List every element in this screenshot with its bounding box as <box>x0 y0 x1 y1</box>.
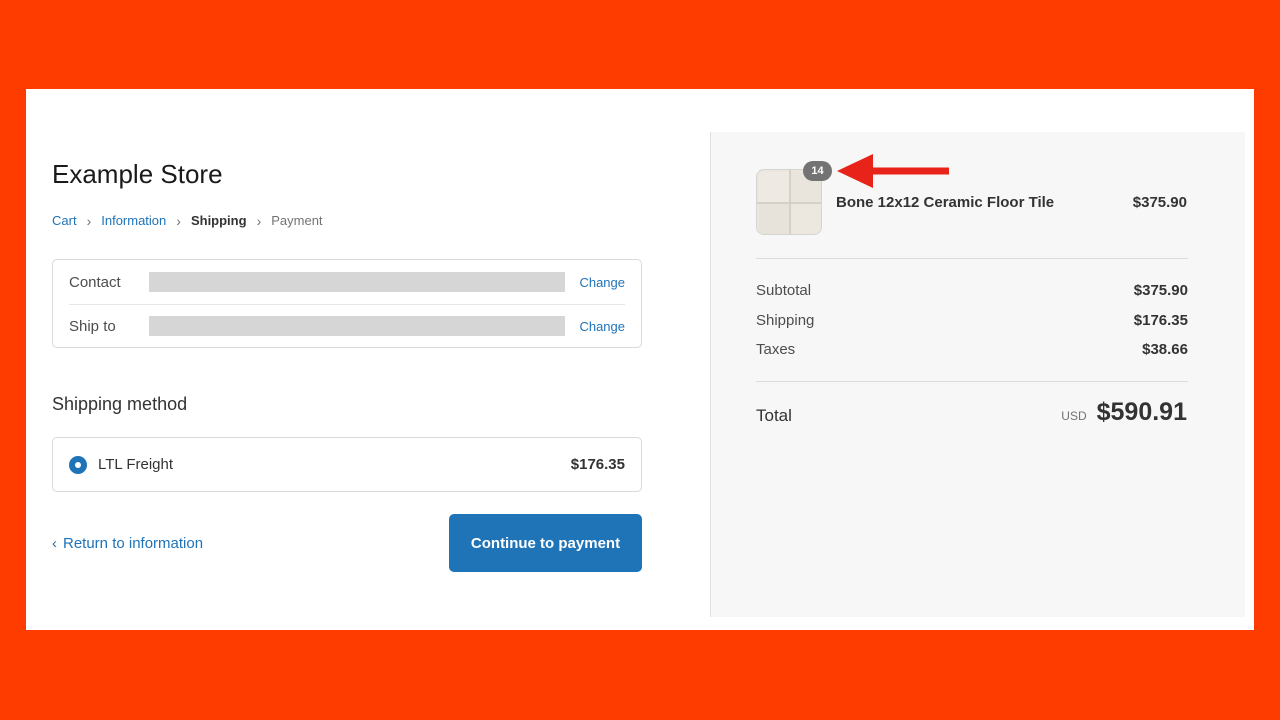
breadcrumb-cart[interactable]: Cart <box>52 213 77 228</box>
continue-to-payment-button[interactable]: Continue to payment <box>449 514 642 572</box>
return-to-information-link[interactable]: ‹ Return to information <box>52 535 203 552</box>
shipping-option-ltl-freight[interactable]: LTL Freight $176.35 <box>52 437 642 492</box>
shipping-method-heading: Shipping method <box>52 394 188 414</box>
taxes-amount: $38.66 <box>1142 341 1188 358</box>
subtotal-label: Subtotal <box>756 282 812 299</box>
review-box: Contact Change Ship to Change <box>52 259 642 348</box>
checkout-page: Example Store Cart › Information › Shipp… <box>26 89 1254 630</box>
change-ship-to-link[interactable]: Change <box>579 319 625 334</box>
radio-selected-icon[interactable] <box>69 455 87 474</box>
breadcrumb: Cart › Information › Shipping › Payment <box>52 213 323 228</box>
shipping-option-price: $176.35 <box>570 456 625 473</box>
order-summary: 14 Bone 12x12 Ceramic Floor Tile $375.90… <box>710 132 1245 617</box>
quantity-badge: 14 <box>803 161 832 181</box>
shipping-row: Shipping $176.35 <box>756 312 1188 329</box>
change-contact-link[interactable]: Change <box>579 275 625 290</box>
product-name: Bone 12x12 Ceramic Floor Tile <box>836 194 1055 211</box>
chevron-right-icon: › <box>176 212 181 229</box>
shipping-label: Shipping <box>756 312 815 329</box>
store-title: Example Store <box>52 159 223 189</box>
shipping-amount: $176.35 <box>1133 312 1188 329</box>
return-link-label: Return to information <box>63 535 204 552</box>
chevron-right-icon: › <box>256 212 262 229</box>
breadcrumb-shipping: Shipping <box>190 213 247 228</box>
annotation-arrow-icon <box>837 154 949 188</box>
chevron-left-icon: ‹ <box>52 535 57 552</box>
currency-code: USD <box>1061 409 1087 423</box>
shipping-option-label: LTL Freight <box>98 456 174 473</box>
divider <box>756 258 1188 259</box>
divider <box>756 381 1188 382</box>
contact-row: Contact Change <box>69 260 625 305</box>
radio-dot <box>75 461 81 468</box>
contact-label: Contact <box>69 273 121 291</box>
product-price: $375.90 <box>1132 194 1187 211</box>
total-amount: $590.91 <box>1096 398 1187 426</box>
chevron-right-icon: › <box>86 212 92 229</box>
contact-value-redacted <box>149 272 565 292</box>
ship-to-label: Ship to <box>69 317 116 335</box>
total-amount-group: USD $590.91 <box>1061 398 1187 427</box>
breadcrumb-payment: Payment <box>271 213 323 228</box>
subtotal-amount: $375.90 <box>1133 282 1188 299</box>
taxes-row: Taxes $38.66 <box>756 341 1188 358</box>
taxes-label: Taxes <box>756 341 796 358</box>
total-label: Total <box>756 406 792 425</box>
ship-to-row: Ship to Change <box>69 304 625 348</box>
ship-to-value-redacted <box>149 316 565 336</box>
subtotal-row: Subtotal $375.90 <box>756 282 1188 299</box>
breadcrumb-information[interactable]: Information <box>101 213 166 228</box>
